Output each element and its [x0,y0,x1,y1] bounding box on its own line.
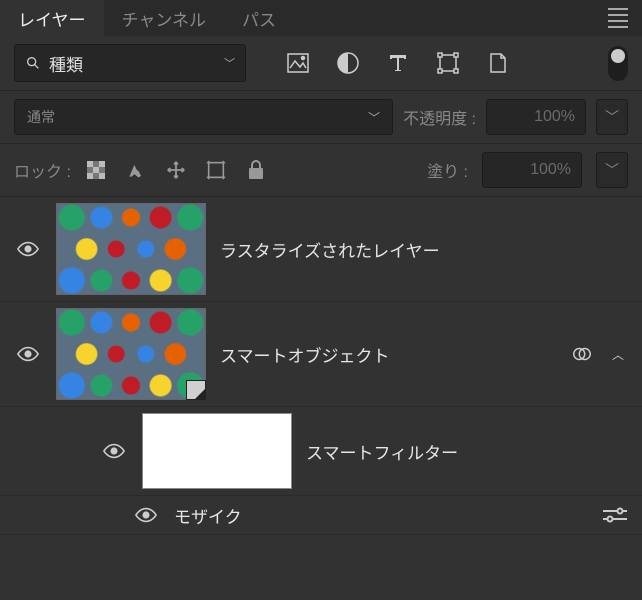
chevron-down-icon: ﹀ [368,109,380,126]
lock-artboard-icon[interactable] [205,159,227,181]
fill-input[interactable]: 100% [482,152,582,188]
filter-shape-icon[interactable] [436,51,460,75]
lock-position-icon[interactable] [165,159,187,181]
filter-type-icon[interactable] [386,51,410,75]
filter-options-icon[interactable] [602,502,628,528]
opacity-input[interactable]: 100% [486,99,586,135]
filter-name[interactable]: モザイク [174,503,588,528]
lock-transparency-icon[interactable] [85,159,107,181]
smart-filters-label: スマートフィルター [306,439,628,464]
layer-list: ラスタライズされたレイヤー スマートオブジェクト ︿ スマートフィルター [0,197,642,600]
filter-row: 種類 ﹀ [0,36,642,91]
lock-icon-group [85,159,267,181]
tab-paths[interactable]: パス [224,0,294,36]
chevron-down-icon: ﹀ [224,55,235,71]
layer-thumbnail[interactable] [56,308,206,400]
tab-layers[interactable]: レイヤー [0,0,104,36]
lock-image-icon[interactable] [125,159,147,181]
toggle-knob [611,49,625,63]
filter-blend-icon[interactable] [570,342,594,366]
layer-filter-value: 種類 [49,51,83,76]
panel-tabs: レイヤー チャンネル パス [0,0,642,36]
visibility-toggle[interactable] [100,443,128,459]
opacity-label: 不透明度 : [403,105,476,129]
lock-all-icon[interactable] [245,159,267,181]
layers-panel: レイヤー チャンネル パス 種類 ﹀ [0,0,642,600]
visibility-toggle[interactable] [14,346,42,362]
smart-object-badge-icon [186,380,206,400]
search-icon [25,55,41,71]
filter-adjustment-icon[interactable] [336,51,360,75]
filter-toggle[interactable] [608,46,628,81]
layer-name[interactable]: ラスタライズされたレイヤー [220,237,628,262]
panel-menu-icon[interactable] [594,0,642,36]
fill-label: 塗り : [427,158,468,182]
lock-fill-row: ロック : 塗り : 100% [0,144,642,197]
fill-dropdown-button[interactable]: ﹀ [596,152,628,188]
filter-smartobject-icon[interactable] [486,51,510,75]
layer-name[interactable]: スマートオブジェクト [220,342,556,367]
opacity-dropdown-button[interactable]: ﹀ [596,99,628,135]
tab-channels[interactable]: チャンネル [104,0,225,36]
blend-opacity-row: 通常 ﹀ 不透明度 : 100% ﹀ [0,91,642,144]
smart-filters-header-row[interactable]: スマートフィルター [0,407,642,496]
visibility-toggle[interactable] [14,241,42,257]
layer-filter-select[interactable]: 種類 ﹀ [14,44,246,82]
lock-label: ロック : [14,158,71,182]
expand-caret-icon[interactable]: ︿ [608,346,628,363]
smart-filter-row-mosaic[interactable]: モザイク [0,496,642,535]
blend-mode-select[interactable]: 通常 ﹀ [14,99,393,135]
filter-mask-thumbnail[interactable] [142,413,292,489]
layer-thumbnail[interactable] [56,203,206,295]
blend-mode-value: 通常 [27,107,55,127]
filter-pixel-icon[interactable] [286,51,310,75]
layer-row-smart-object[interactable]: スマートオブジェクト ︿ [0,302,642,407]
visibility-toggle[interactable] [132,507,160,523]
layer-row-raster[interactable]: ラスタライズされたレイヤー [0,197,642,302]
filter-icon-strip [286,51,510,75]
